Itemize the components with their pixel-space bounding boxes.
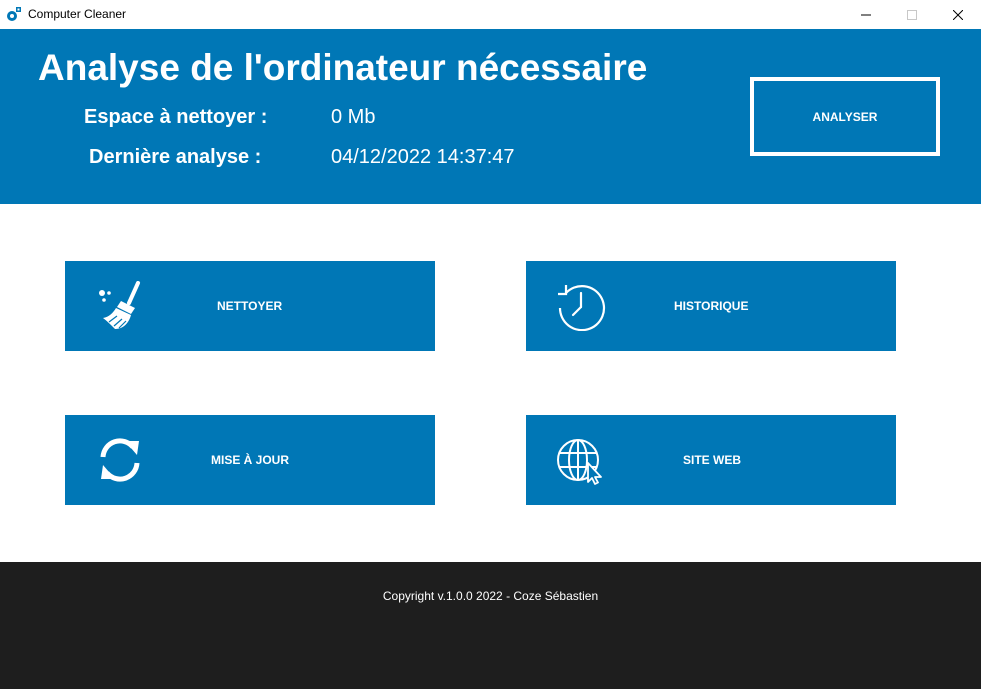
app-logo-icon bbox=[7, 7, 21, 21]
broom-icon bbox=[99, 281, 140, 329]
window-title: Computer Cleaner bbox=[28, 7, 127, 21]
minimize-button[interactable] bbox=[843, 0, 889, 29]
analysis-header: Analyse de l'ordinateur nécessaire Espac… bbox=[0, 29, 981, 204]
space-label: Espace à nettoyer : bbox=[84, 106, 268, 128]
space-value: 0 Mb bbox=[331, 106, 376, 128]
close-button[interactable] bbox=[935, 0, 981, 29]
close-icon bbox=[953, 9, 963, 20]
website-label: SITE WEB bbox=[683, 453, 742, 467]
clean-button[interactable]: NETTOYER bbox=[65, 261, 435, 351]
history-label: HISTORIQUE bbox=[674, 299, 749, 313]
minimize-icon bbox=[861, 14, 871, 15]
globe-cursor-icon bbox=[557, 439, 602, 485]
update-button[interactable]: MISE À JOUR bbox=[65, 415, 435, 505]
update-label: MISE À JOUR bbox=[211, 453, 290, 467]
history-clock-icon bbox=[558, 285, 606, 331]
last-analysis-label: Dernière analyse : bbox=[89, 146, 262, 168]
footer: Copyright v.1.0.0 2022 - Coze Sébastien bbox=[0, 562, 981, 689]
maximize-icon bbox=[907, 9, 917, 20]
refresh-icon bbox=[100, 438, 140, 482]
last-analysis-value: 04/12/2022 14:37:47 bbox=[331, 146, 515, 168]
app-window: Computer Cleaner Analyse de l'ordinateur… bbox=[0, 0, 981, 689]
page-title: Analyse de l'ordinateur nécessaire bbox=[38, 47, 648, 88]
analyse-button[interactable]: ANALYSER bbox=[750, 77, 940, 156]
history-button[interactable]: HISTORIQUE bbox=[526, 261, 896, 351]
maximize-button[interactable] bbox=[889, 0, 935, 29]
title-bar: Computer Cleaner bbox=[0, 0, 981, 29]
website-button[interactable]: SITE WEB bbox=[526, 415, 896, 505]
copyright-text: Copyright v.1.0.0 2022 - Coze Sébastien bbox=[382, 589, 599, 603]
clean-label: NETTOYER bbox=[217, 299, 283, 313]
